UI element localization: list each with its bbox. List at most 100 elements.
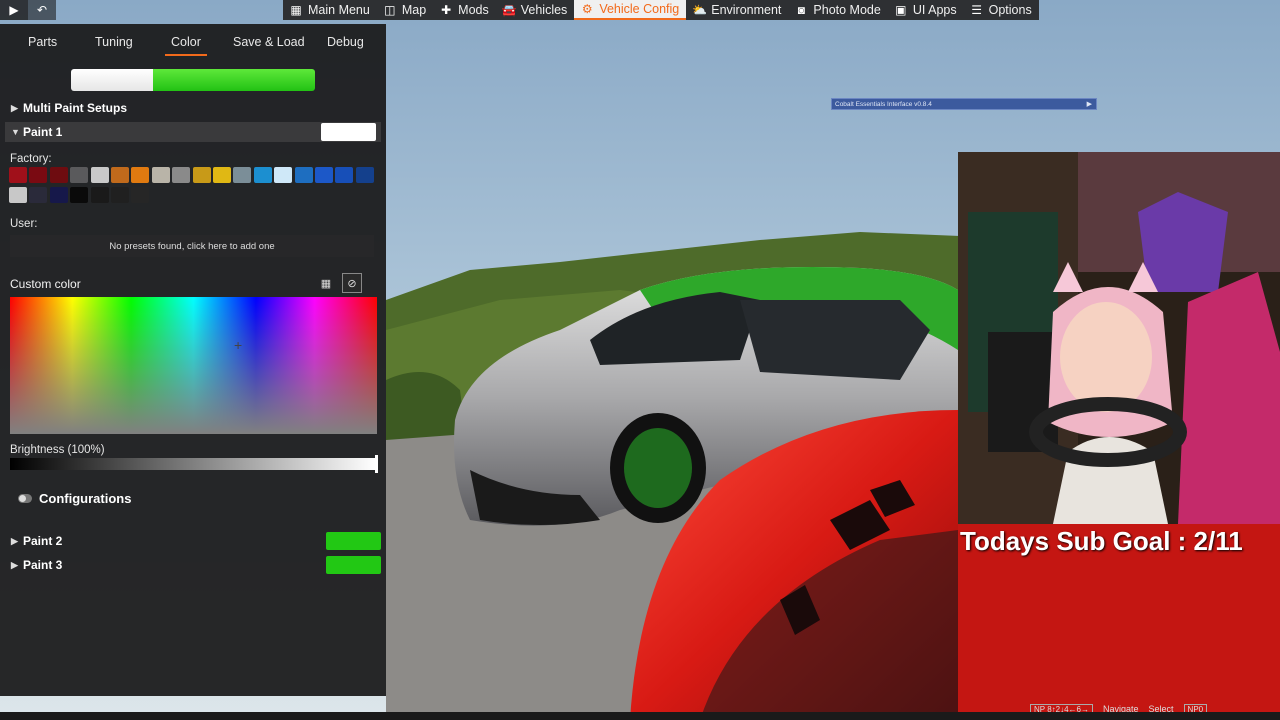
tab-tuning[interactable]: Tuning <box>95 24 133 60</box>
top-left-controls: ▶ ↶ <box>0 0 56 20</box>
paint2-swatch[interactable] <box>326 532 381 550</box>
factory-color-swatch[interactable] <box>111 167 129 183</box>
chevron-right-icon: ▶ <box>11 535 18 546</box>
paint1-swatch[interactable] <box>321 123 376 141</box>
ui-apps-icon: ▣ <box>895 3 907 17</box>
factory-color-swatch[interactable] <box>70 167 89 183</box>
top-bar: ▶ ↶ ▦ Main Menu ◫ Map ✚ Mods 🚘 Vehicles ⚙ Veh… <box>0 0 1280 20</box>
factory-color-swatch[interactable] <box>111 187 129 203</box>
paint2-row[interactable]: ▶ Paint 2 <box>0 531 386 551</box>
puzzle-icon: ✚ <box>441 3 452 17</box>
factory-color-swatch[interactable] <box>274 167 293 183</box>
chevron-right-icon: ▶ <box>11 102 18 113</box>
menu-label: Map <box>401 3 427 17</box>
brightness-slider-handle[interactable] <box>375 455 378 473</box>
tab-parts[interactable]: Parts <box>28 24 57 60</box>
paint3-row[interactable]: ▶ Paint 3 <box>0 555 386 575</box>
menu-label: Vehicle Config <box>599 2 680 16</box>
vehicle-config-panel: Parts Tuning Color Save & Load Debug ▶ M… <box>0 24 386 696</box>
chevron-down-icon: ▼ <box>11 127 20 137</box>
paint-preview-white <box>71 69 153 91</box>
menu-label: Vehicles <box>520 3 568 17</box>
menu-main-menu[interactable]: ▦ Main Menu <box>283 0 377 20</box>
factory-label: Factory: <box>10 153 52 165</box>
menu-environment[interactable]: ⛅ Environment <box>686 0 788 20</box>
factory-color-swatch[interactable] <box>90 187 109 203</box>
menu-label: Mods <box>458 3 489 17</box>
menu-vehicle-config[interactable]: ⚙ Vehicle Config <box>574 0 687 20</box>
add-preset-button[interactable]: No presets found, click here to add one <box>10 235 374 257</box>
menu-options[interactable]: ☰ Options <box>964 0 1039 20</box>
factory-color-swatch[interactable] <box>49 187 68 203</box>
menu-label: Environment <box>711 3 782 17</box>
brightness-label: Brightness (100%) <box>10 444 105 456</box>
factory-color-swatch[interactable] <box>131 167 150 183</box>
user-label: User: <box>10 218 38 230</box>
factory-color-swatch[interactable] <box>172 167 191 183</box>
bottom-strip <box>0 712 1280 720</box>
paint3-label: Paint 3 <box>23 558 63 572</box>
undo-icon[interactable]: ↶ <box>28 0 56 20</box>
tab-save-load[interactable]: Save & Load <box>233 24 305 60</box>
weather-icon: ⛅ <box>692 3 708 17</box>
factory-color-swatch[interactable] <box>233 167 252 183</box>
menu-label: Options <box>988 3 1032 17</box>
menu-mods[interactable]: ✚ Mods <box>433 0 496 20</box>
streamer-webcam <box>958 152 1280 524</box>
color-picker-area[interactable]: + <box>10 297 377 434</box>
factory-color-swatch[interactable] <box>213 167 231 183</box>
factory-color-swatch[interactable] <box>355 167 374 183</box>
chevron-right-icon: ▶ <box>11 559 18 570</box>
factory-color-swatch[interactable] <box>70 187 89 203</box>
custom-color-label: Custom color <box>10 277 81 291</box>
picker-saturation-fade <box>10 297 377 434</box>
play-icon[interactable]: ▶ <box>0 0 28 20</box>
multi-paint-setups-row[interactable]: ▶ Multi Paint Setups <box>0 98 386 118</box>
factory-color-swatch[interactable] <box>29 167 48 183</box>
menu-photo-mode[interactable]: ◙ Photo Mode <box>788 0 887 20</box>
factory-color-swatch[interactable] <box>29 187 48 203</box>
picker-mode-icons: ▦ ⊘ <box>316 273 362 293</box>
paint-preview-green <box>153 69 315 91</box>
cobalt-title: Cobalt Essentials Interface v0.8.4 <box>835 100 932 108</box>
tab-color[interactable]: Color <box>165 24 207 60</box>
menu-label: Main Menu <box>308 3 370 17</box>
factory-color-swatch[interactable] <box>9 187 27 203</box>
panel-tabs: Parts Tuning Color Save & Load Debug <box>0 24 386 60</box>
factory-color-swatch[interactable] <box>90 167 109 183</box>
factory-color-swatch[interactable] <box>335 167 354 183</box>
picker-crosshair-icon[interactable]: + <box>234 338 242 352</box>
menu-map[interactable]: ◫ Map <box>377 0 433 20</box>
factory-color-swatch[interactable] <box>49 167 68 183</box>
car-icon: 🚘 <box>501 3 517 17</box>
paint1-row[interactable]: ▼ Paint 1 <box>5 122 381 142</box>
factory-color-swatch[interactable] <box>151 167 170 183</box>
cobalt-essentials-window[interactable]: Cobalt Essentials Interface v0.8.4 ▶ <box>831 98 1097 110</box>
tab-debug[interactable]: Debug <box>327 24 364 60</box>
paint1-label: Paint 1 <box>23 125 63 139</box>
paint-preview-bar <box>71 69 315 91</box>
configurations-toggle-row[interactable]: Configurations <box>18 491 131 506</box>
grid-pattern-icon[interactable]: ▦ <box>316 273 336 293</box>
expand-icon[interactable]: ▶ <box>1087 100 1092 108</box>
configurations-label: Configurations <box>39 491 132 506</box>
menu-label: UI Apps <box>912 3 957 17</box>
factory-color-swatch[interactable] <box>192 167 211 183</box>
factory-color-swatch[interactable] <box>131 187 150 203</box>
factory-color-swatch[interactable] <box>294 167 313 183</box>
map-icon: ◫ <box>384 3 396 17</box>
toggle-switch[interactable] <box>18 494 32 503</box>
paint3-swatch[interactable] <box>326 556 381 574</box>
factory-color-swatch[interactable] <box>315 167 333 183</box>
factory-color-swatch[interactable] <box>9 167 27 183</box>
main-menu-bar: ▦ Main Menu ◫ Map ✚ Mods 🚘 Vehicles ⚙ Vehicle… <box>283 0 1039 20</box>
factory-color-swatch[interactable] <box>253 167 272 183</box>
menu-label: Photo Mode <box>813 3 881 17</box>
color-picker-icon[interactable]: ⊘ <box>342 273 362 293</box>
multi-paint-setups-label: Multi Paint Setups <box>23 101 128 115</box>
paint2-label: Paint 2 <box>23 534 63 548</box>
menu-ui-apps[interactable]: ▣ UI Apps <box>888 0 964 20</box>
menu-vehicles[interactable]: 🚘 Vehicles <box>496 0 575 20</box>
brightness-slider[interactable] <box>10 455 378 473</box>
camera-icon: ◙ <box>797 3 806 17</box>
